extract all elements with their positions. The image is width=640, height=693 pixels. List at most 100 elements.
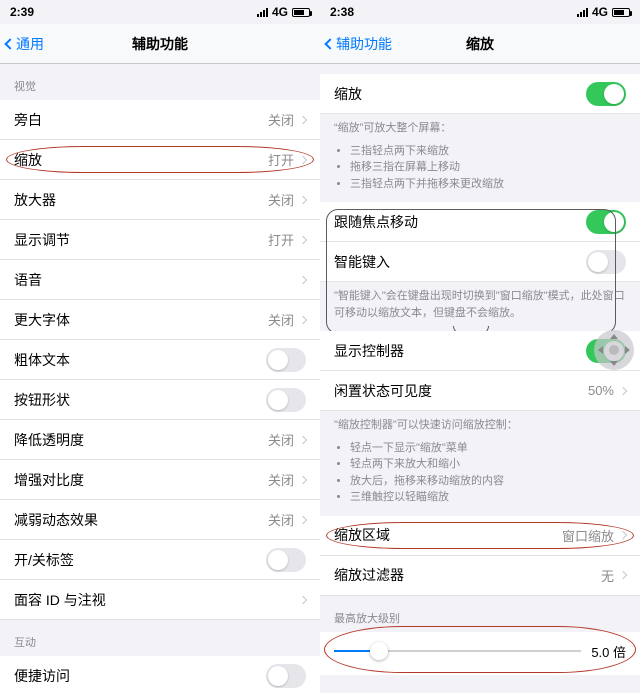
row-label: 减弱动态效果 [14,510,268,530]
status-net: 4G [272,5,288,19]
back-label: 辅助功能 [336,34,392,54]
chevron-right-icon [299,435,307,443]
row-label: 显示控制器 [334,341,586,361]
screen-accessibility: 2:39 4G 通用 辅助功能 视觉 旁白 关闭 缩放 打开 [0,0,320,693]
row-idlevis[interactable]: 闲置状态可见度 50% [320,371,640,411]
row-value: 无 [601,566,614,585]
row-largertext[interactable]: 更大字体 关闭 [0,300,320,340]
status-time: 2:38 [330,5,354,19]
controller-desc-list: 轻点一下显示"缩放"菜单 轻点两下来放大和缩小 放大后，拖移来移动缩放的内容 三… [320,434,640,516]
status-bar: 2:38 4G [320,0,640,24]
row-contrast[interactable]: 增强对比度 关闭 [0,460,320,500]
row-label: 降低透明度 [14,430,268,450]
back-button[interactable]: 通用 [0,34,44,54]
screen-zoom: 2:38 4G 辅助功能 缩放 缩放 “缩放”可放大整个屏幕： 三指轻点两下来缩… [320,0,640,693]
row-display[interactable]: 显示调节 打开 [0,220,320,260]
toggle-onoff[interactable] [266,548,306,572]
chevron-right-icon [299,195,307,203]
row-transparency[interactable]: 降低透明度 关闭 [0,420,320,460]
list-item: 拖移三指在屏幕上移动 [350,159,626,176]
row-magnifier[interactable]: 放大器 关闭 [0,180,320,220]
row-value: 关闭 [268,510,294,529]
chevron-right-icon [299,275,307,283]
row-zoom[interactable]: 缩放 打开 [0,140,320,180]
list-item: 轻点两下来放大和缩小 [350,456,626,473]
row-label: 缩放区域 [334,525,562,545]
status-net: 4G [592,5,608,19]
row-value: 关闭 [268,470,294,489]
row-motion[interactable]: 减弱动态效果 关闭 [0,500,320,540]
row-onoff[interactable]: 开/关标签 [0,540,320,580]
content[interactable]: 缩放 “缩放”可放大整个屏幕： 三指轻点两下来缩放 拖移三指在屏幕上移动 三指轻… [320,64,640,693]
chevron-left-icon [4,38,15,49]
nav-bar: 通用 辅助功能 [0,24,320,64]
row-region[interactable]: 缩放区域 窗口缩放 [320,516,640,556]
battery-icon [292,8,310,17]
chevron-right-icon [299,595,307,603]
row-label: 更大字体 [14,310,268,330]
toggle-buttonshapes[interactable] [266,388,306,412]
toggle-switch[interactable] [266,664,306,688]
toggle-zoom[interactable] [586,82,626,106]
max-zoom-slider[interactable] [334,650,581,652]
row-label: 旁白 [14,110,268,130]
chevron-right-icon [299,315,307,323]
chevron-right-icon [299,515,307,523]
list-item: 放大后，拖移来移动缩放的内容 [350,473,626,490]
row-value: 打开 [268,230,294,249]
row-value: 关闭 [268,430,294,449]
signal-icon [257,8,268,17]
chevron-right-icon [619,386,627,394]
zoom-controller-widget[interactable] [594,330,634,370]
list-item: 轻点一下显示"缩放"菜单 [350,440,626,457]
chevron-right-icon [299,475,307,483]
row-filter[interactable]: 缩放过滤器 无 [320,556,640,596]
list-item: 三指轻点两下并拖移来更改缩放 [350,176,626,193]
row-value: 关闭 [268,110,294,129]
row-label: 语音 [14,270,300,290]
row-label: 缩放过滤器 [334,565,601,585]
zoom-desc-head: “缩放”可放大整个屏幕： [320,114,640,137]
row-zoom-switch[interactable]: 缩放 [320,74,640,114]
row-label: 按钮形状 [14,390,266,410]
zoom-desc-list: 三指轻点两下来缩放 拖移三指在屏幕上移动 三指轻点两下并拖移来更改缩放 [320,137,640,203]
status-bar: 2:39 4G [0,0,320,24]
row-value: 关闭 [268,190,294,209]
row-label: 缩放 [334,84,586,104]
row-label: 显示调节 [14,230,268,250]
max-zoom-value: 5.0 倍 [591,642,626,661]
chevron-right-icon [299,155,307,163]
row-bold[interactable]: 粗体文本 [0,340,320,380]
row-speech[interactable]: 语音 [0,260,320,300]
row-max-zoom: 5.0 倍 [320,632,640,675]
zoom-window-overlay[interactable] [326,209,616,334]
toggle-bold[interactable] [266,348,306,372]
back-button[interactable]: 辅助功能 [320,34,392,54]
row-switch[interactable]: 便捷访问 [0,656,320,693]
row-value: 打开 [268,150,294,169]
signal-icon [577,8,588,17]
row-controller[interactable]: 显示控制器 [320,331,640,371]
chevron-left-icon [324,38,335,49]
row-voiceover[interactable]: 旁白 关闭 [0,100,320,140]
controller-desc-head: "缩放控制器"可以快速访问缩放控制： [320,411,640,434]
battery-icon [612,8,630,17]
list-item: 三指轻点两下来缩放 [350,143,626,160]
row-faceid[interactable]: 面容 ID 与注视 [0,580,320,620]
back-label: 通用 [16,34,44,54]
chevron-right-icon [619,531,627,539]
row-label: 面容 ID 与注视 [14,590,300,610]
max-zoom-header: 最高放大级别 [320,596,640,632]
page-title: 辅助功能 [0,34,320,54]
row-label: 闲置状态可见度 [334,381,588,401]
row-label: 开/关标签 [14,550,266,570]
row-label: 放大器 [14,190,268,210]
content[interactable]: 视觉 旁白 关闭 缩放 打开 放大器 关闭 显示调节 打开 [0,64,320,693]
row-label: 粗体文本 [14,350,266,370]
group-header-vision: 视觉 [0,64,320,100]
chevron-right-icon [619,571,627,579]
list-item: 三维触控以轻瞄缩放 [350,489,626,506]
row-buttonshapes[interactable]: 按钮形状 [0,380,320,420]
group-header-interaction: 互动 [0,620,320,656]
chevron-right-icon [299,115,307,123]
